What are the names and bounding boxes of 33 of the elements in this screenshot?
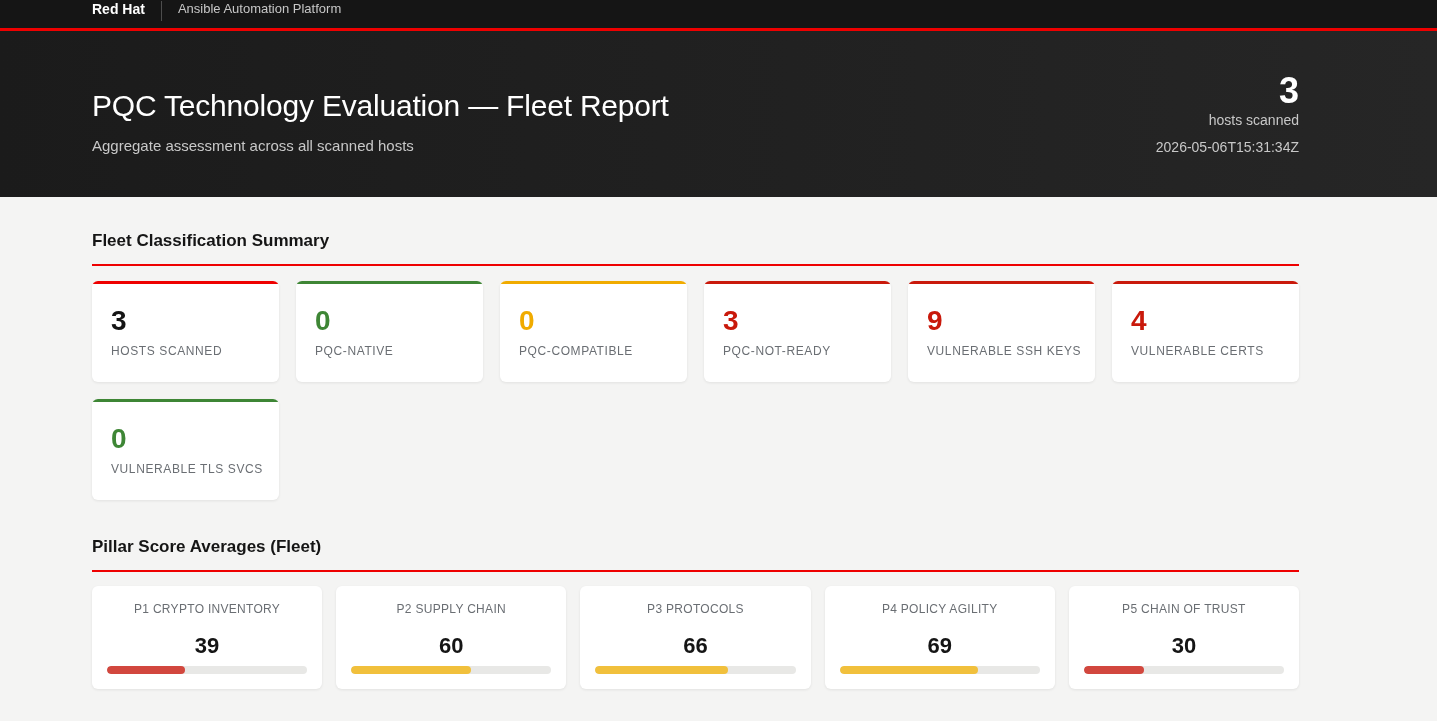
stat-value: 3: [111, 305, 127, 337]
stat-label: HOSTS SCANNED: [111, 343, 223, 359]
pillar-score: 30: [1171, 632, 1197, 660]
pillar-label: P5 CHAIN OF TRUST: [1122, 601, 1246, 617]
pillar-score: 60: [439, 632, 464, 660]
product-name: Ansible Automation Platform: [177, 1, 342, 17]
stat-label: VULNERABLE CERTS: [1131, 343, 1264, 359]
pillar-score: 69: [927, 632, 952, 660]
pillar-label: P4 POLICY AGILITY: [881, 601, 998, 617]
report-timestamp: 2026-05-06T15:31:34Z: [1155, 138, 1299, 156]
stat-label: VULNERABLE SSH KEYS: [927, 343, 1082, 359]
report-title: PQC Technology Evaluation — Fleet Report: [92, 88, 669, 124]
stat-label: PQC-NATIVE: [315, 343, 394, 359]
host-count: 3: [1278, 71, 1299, 111]
pillar-score: 66: [683, 632, 708, 660]
pillar-label: P3 PROTOCOLS: [647, 601, 744, 617]
stat-label: VULNERABLE TLS SVCS: [111, 461, 263, 477]
brand-name[interactable]: Red Hat: [92, 1, 145, 17]
stat-label: PQC-NOT-READY: [723, 343, 831, 359]
stat-value: 0: [519, 305, 535, 337]
stat-value: 3: [723, 305, 739, 337]
host-count-label: hosts scanned: [1208, 111, 1299, 129]
report-subtitle: Aggregate assessment across all scanned hosts: [92, 136, 415, 156]
stat-value: 0: [111, 423, 127, 455]
stat-value: 9: [927, 305, 943, 337]
section-title: Fleet Classification Summary: [92, 230, 331, 252]
stat-value: 0: [315, 305, 331, 337]
pillar-label: P2 SUPPLY CHAIN: [396, 601, 506, 617]
pillar-score: 39: [194, 632, 220, 660]
stat-value: 4: [1131, 305, 1147, 337]
pillar-label: P1 CRYPTO INVENTORY: [134, 601, 281, 617]
section-title: Pillar Score Averages (Fleet): [92, 536, 323, 558]
stat-label: PQC-COMPATIBLE: [519, 343, 633, 359]
